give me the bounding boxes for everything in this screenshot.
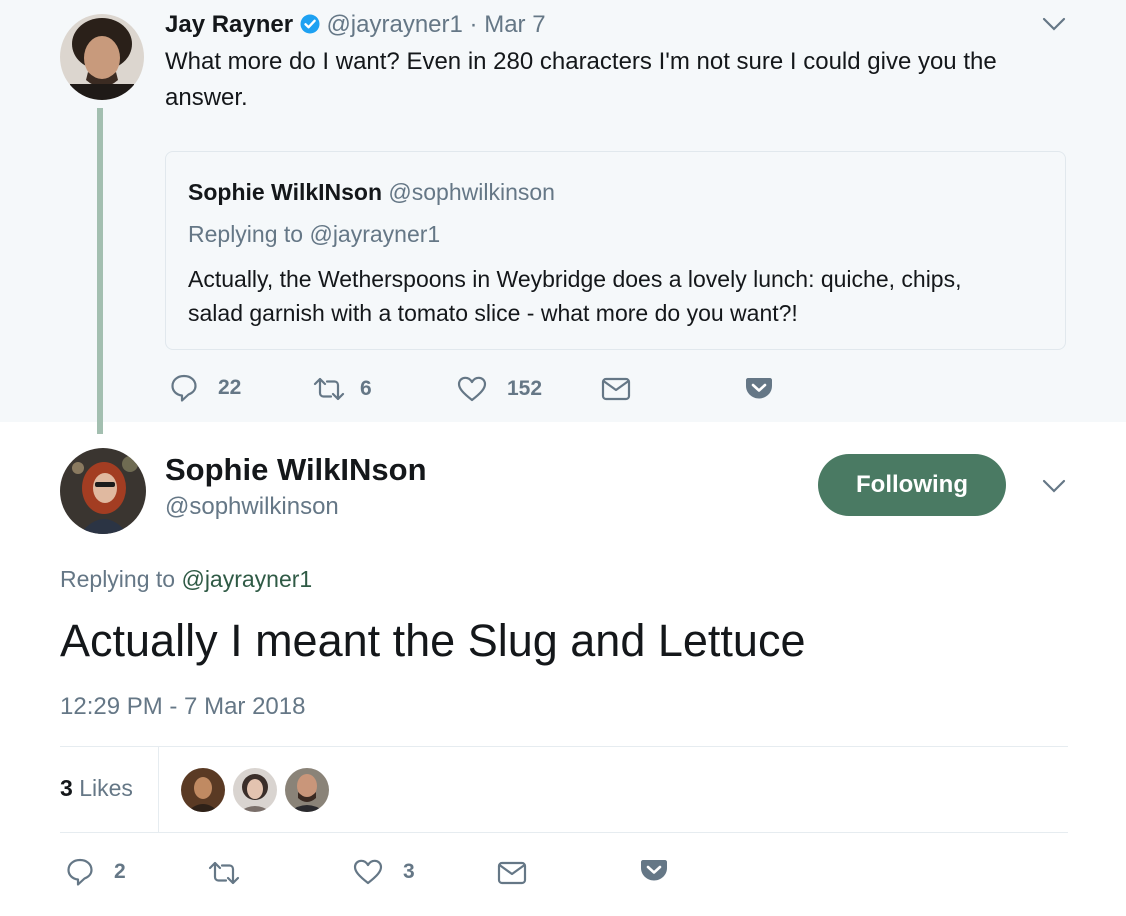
divider <box>60 746 1068 747</box>
reply-count: 22 <box>218 376 242 399</box>
retweet-icon <box>312 376 346 402</box>
quoted-replying-to: Replying to @jayrayner1 <box>188 219 440 249</box>
tweet-date[interactable]: Mar 7 <box>484 11 545 38</box>
following-button[interactable]: Following <box>818 454 1006 516</box>
verified-badge-icon <box>300 12 320 42</box>
reply-action[interactable]: 22 <box>170 373 241 403</box>
tweet-timestamp[interactable]: 12:29 PM - 7 Mar 2018 <box>60 692 305 722</box>
quoted-author-name: Sophie WilkINson <box>188 179 383 205</box>
thread-connector-line <box>97 108 103 434</box>
direct-message-icon[interactable] <box>497 861 527 890</box>
replying-prefix: Replying to <box>188 221 304 247</box>
heart-icon <box>457 375 487 403</box>
like-count: 3 <box>403 860 415 883</box>
quoted-text-line: Actually, the Wetherspoons in Weybridge … <box>188 266 962 292</box>
author-name[interactable]: Jay Rayner <box>165 11 293 38</box>
parent-tweet-text: What more do I want? Even in 280 charact… <box>165 44 997 116</box>
chevron-down-icon[interactable] <box>1042 478 1066 499</box>
quoted-text-line: salad garnish with a tomato slice - what… <box>188 300 798 326</box>
stat-divider <box>158 747 159 833</box>
pocket-icon[interactable] <box>640 857 668 888</box>
retweet-action[interactable] <box>207 860 255 886</box>
reply-icon <box>170 373 198 403</box>
pocket-icon[interactable] <box>745 375 773 406</box>
heart-icon <box>353 858 383 886</box>
main-tweet-text: Actually I meant the Slug and Lettuce <box>60 615 806 666</box>
chevron-down-icon[interactable] <box>1042 16 1066 37</box>
reply-action[interactable]: 2 <box>66 857 126 887</box>
liker-avatar[interactable] <box>181 768 225 812</box>
liker-avatar[interactable] <box>285 768 329 812</box>
main-author-name[interactable]: Sophie WilkINson <box>165 451 427 489</box>
main-replying-to: Replying to @jayrayner1 <box>60 564 312 594</box>
likes-stat-label: Likes <box>79 775 133 801</box>
tweet-text-line: answer. <box>165 84 248 111</box>
quoted-author-handle: @sophwilkinson <box>388 179 555 205</box>
replying-handle-link[interactable]: @jayrayner1 <box>181 566 312 592</box>
retweet-icon <box>207 860 241 886</box>
liker-avatar[interactable] <box>233 768 277 812</box>
parent-tweet-header: Jay Rayner @jayrayner1 · Mar 7 <box>165 10 546 42</box>
like-action[interactable]: 3 <box>353 858 415 886</box>
reply-count: 2 <box>114 860 126 883</box>
replying-prefix: Replying to <box>60 566 176 592</box>
divider <box>60 832 1068 833</box>
reply-icon <box>66 857 94 887</box>
avatar-jay-rayner[interactable] <box>60 14 144 100</box>
replying-handle: @jayrayner1 <box>309 221 441 247</box>
retweet-action[interactable]: 6 <box>312 376 372 402</box>
quoted-tweet-text: Actually, the Wetherspoons in Weybridge … <box>188 262 962 330</box>
separator-dot: · <box>469 11 478 38</box>
tweet-text-line: What more do I want? Even in 280 charact… <box>165 48 997 75</box>
main-author-handle[interactable]: @sophwilkinson <box>165 492 339 522</box>
likes-stat[interactable]: 3 Likes <box>60 773 133 803</box>
direct-message-icon[interactable] <box>601 377 631 406</box>
like-action[interactable]: 152 <box>457 375 542 403</box>
likes-stat-count: 3 <box>60 775 73 801</box>
avatar-sophie-wilkinson[interactable] <box>60 448 146 534</box>
retweet-count: 6 <box>360 377 372 400</box>
author-handle[interactable]: @jayrayner1 <box>326 11 462 38</box>
quoted-tweet-header: Sophie WilkINson @sophwilkinson <box>188 177 555 207</box>
like-count: 152 <box>507 377 543 400</box>
